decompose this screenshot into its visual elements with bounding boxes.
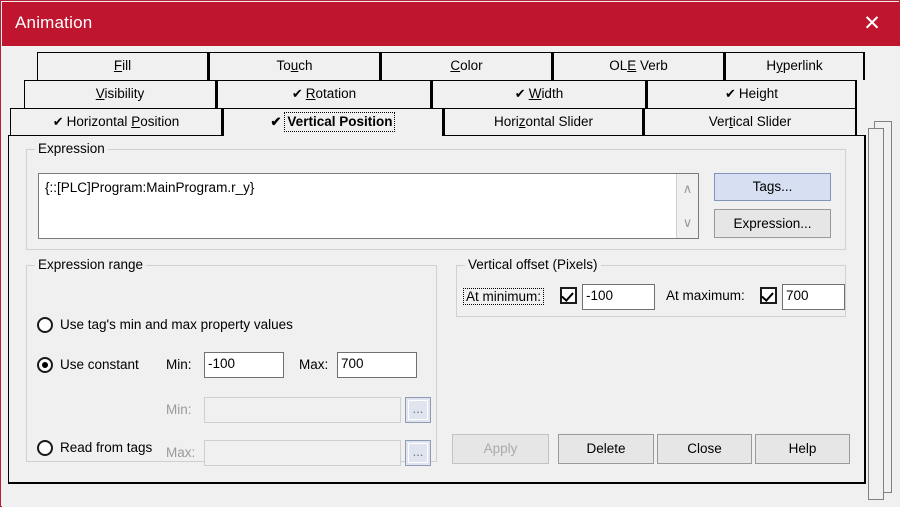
radio-use-constant[interactable] [37,357,53,373]
expression-button[interactable]: Expression... [714,209,831,238]
close-button[interactable]: Close [657,434,752,464]
radio-read-from-tags[interactable] [37,440,53,456]
window-title: Animation [15,13,93,32]
const-max-input[interactable]: 700 [337,352,417,378]
tab-fill[interactable]: Fill [37,52,209,80]
tab-horizontal-position-label: Horizontal Position [66,114,180,129]
tab-vertical-position-check-icon: ✔ [270,114,282,129]
tags-button[interactable]: Tags... [714,173,831,201]
delete-button[interactable]: Delete [558,434,654,464]
chevron-up-icon[interactable]: ∧ [677,182,698,196]
tab-height-check-icon: ✔ [725,86,736,101]
expression-input[interactable]: {::[PLC]Program:MainProgram.r_y} ∧ ∨ [38,173,699,239]
at-minimum-checkbox[interactable] [560,287,577,304]
title-bar: Animation ✕ [2,2,900,46]
at-maximum-label: At maximum: [666,288,745,303]
tab-height-label: Height [738,86,778,101]
tab-page-stack-mid [868,128,884,500]
tag-min-label: Min: [166,402,192,417]
tab-horizontal-position[interactable]: ✔ Horizontal Position [10,108,223,136]
tab-vertical-position-label: Vertical Position [284,112,396,132]
tab-horizontal-position-check-icon: ✔ [52,114,64,129]
tab-color-label: Color [450,58,483,73]
tab-color[interactable]: Color [381,52,553,80]
tab-hyperlink[interactable]: Hyperlink [725,52,865,80]
apply-button[interactable]: Apply [452,434,549,464]
const-min-input[interactable]: -100 [204,352,284,378]
ellipsis-icon: ... [412,401,424,416]
expression-range-legend: Expression range [35,257,147,272]
radio-read-from-tags-label: Read from tags [60,440,153,455]
tab-hyperlink-label: Hyperlink [766,58,823,73]
tab-width[interactable]: ✔ Width [432,80,647,108]
ellipsis-icon-2: ... [412,444,424,459]
tab-visibility-label: Visibility [95,86,145,101]
tab-rotation-check-icon: ✔ [291,86,303,101]
vertical-position-page: Expression {::[PLC]Program:MainProgram.r… [8,135,866,484]
expression-scrollbar[interactable]: ∧ ∨ [676,174,698,238]
tab-height[interactable]: ✔ Height [647,80,857,108]
tab-vertical-slider[interactable]: Vertical Slider [644,108,857,136]
tab-rotation-label: Rotation [305,86,357,101]
const-min-label: Min: [166,357,192,372]
tab-touch[interactable]: Touch [209,52,381,80]
tab-width-check-icon: ✔ [514,86,526,101]
expression-group-legend: Expression [35,141,108,156]
tag-max-browse-button[interactable]: ... [405,440,431,466]
at-maximum-checkbox[interactable] [760,287,777,304]
expression-value: {::[PLC]Program:MainProgram.r_y} [45,180,255,195]
const-max-label: Max: [299,357,329,372]
close-icon[interactable]: ✕ [852,8,892,40]
tab-ole-verb[interactable]: OLE Verb [553,52,725,80]
tag-min-input[interactable] [204,397,401,423]
radio-use-tag-min-max[interactable] [37,317,53,333]
vertical-offset-legend: Vertical offset (Pixels) [465,257,601,272]
tag-max-input[interactable] [204,440,401,466]
tag-min-browse-button[interactable]: ... [405,397,431,423]
help-button[interactable]: Help [755,434,850,464]
tab-visibility[interactable]: Visibility [24,80,217,108]
chevron-down-icon[interactable]: ∨ [677,216,698,230]
tab-ole-verb-label: OLE Verb [609,58,668,73]
tab-vertical-slider-label: Vertical Slider [708,114,792,129]
radio-use-tag-min-max-label: Use tag's min and max property values [60,317,293,332]
tag-max-label: Max: [166,445,196,460]
tab-rotation[interactable]: ✔ Rotation [217,80,432,108]
at-minimum-input[interactable]: -100 [582,284,655,310]
tab-width-label: Width [528,86,564,101]
tab-touch-label: Touch [276,58,313,73]
tab-horizontal-slider-label: Horizontal Slider [493,114,594,129]
tab-strip: Fill Touch Color OLE Verb Hyperlink Visi… [2,46,900,138]
radio-use-constant-label: Use constant [60,357,139,372]
tab-horizontal-slider[interactable]: Horizontal Slider [444,108,644,136]
at-maximum-input[interactable]: 700 [782,284,845,310]
tab-vertical-position[interactable]: ✔ Vertical Position [223,108,444,136]
tab-fill-label: Fill [113,58,132,73]
dialog-client-area: Fill Touch Color OLE Verb Hyperlink Visi… [2,46,900,507]
animation-dialog-window: Animation ✕ Fill Touch Color OLE Verb Hy… [0,0,900,507]
at-minimum-label: At minimum: [463,288,545,305]
